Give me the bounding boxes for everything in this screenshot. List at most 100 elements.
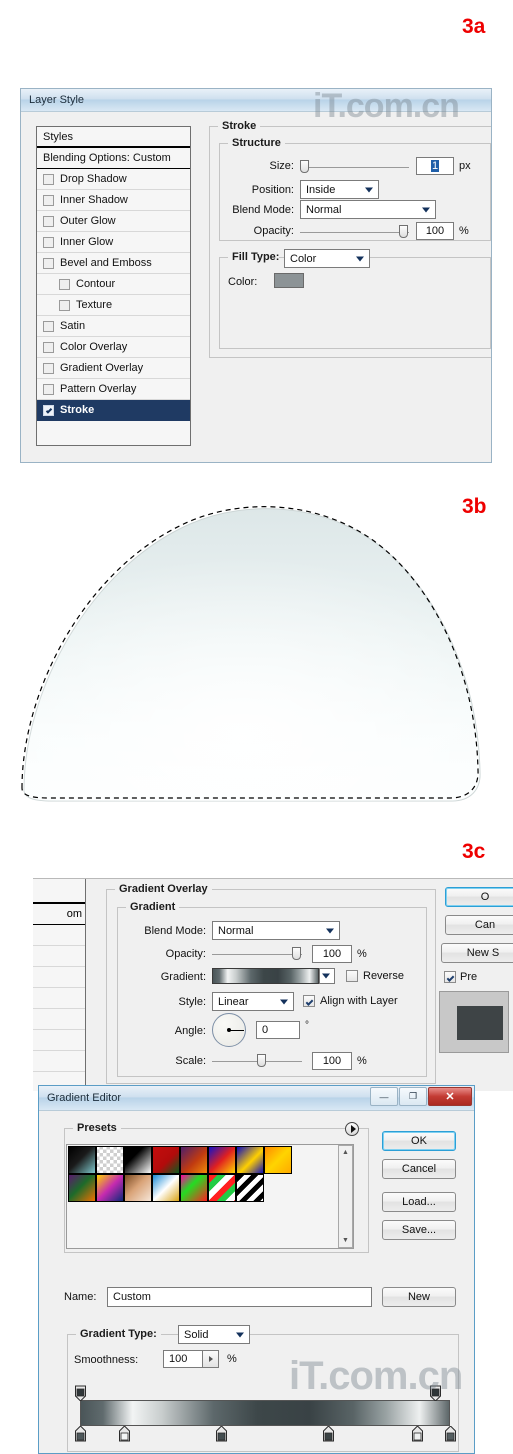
preset-swatch[interactable] (236, 1146, 264, 1174)
go-blend-mode-combo[interactable]: Normal (212, 921, 340, 940)
preset-swatch[interactable] (208, 1146, 236, 1174)
reverse-checkbox[interactable] (346, 970, 358, 982)
styles-list-item-checkbox[interactable] (43, 362, 54, 374)
mini-row[interactable] (33, 925, 85, 946)
preset-swatch[interactable] (124, 1174, 152, 1202)
mini-row[interactable] (33, 1030, 85, 1051)
blending-options-item[interactable]: Blending Options: Custom (37, 148, 190, 169)
styles-list-partial[interactable]: om (33, 879, 86, 1091)
preset-swatch[interactable] (180, 1174, 208, 1202)
styles-list-item-satin[interactable]: Satin (37, 316, 190, 337)
preset-swatch[interactable] (68, 1146, 96, 1174)
preset-swatch[interactable] (124, 1146, 152, 1174)
mini-row[interactable] (33, 946, 85, 967)
presets-scrollbar[interactable]: ▲ ▼ (338, 1145, 353, 1248)
styles-list-item-drop-shadow[interactable]: Drop Shadow (37, 169, 190, 190)
go-style-combo[interactable]: Linear (212, 992, 294, 1011)
size-input[interactable]: 1 (416, 157, 454, 175)
styles-list-item-texture[interactable]: Texture (37, 295, 190, 316)
cancel-button-partial[interactable]: Can (445, 915, 513, 935)
preset-swatch[interactable] (264, 1146, 292, 1174)
minimize-icon[interactable]: — (370, 1087, 398, 1106)
gradient-editor-titlebar[interactable]: Gradient Editor — ❐ ✕ (39, 1086, 474, 1111)
gradient-preview-swatch[interactable] (212, 968, 319, 984)
size-slider-thumb[interactable] (300, 160, 309, 173)
styles-list-item-gradient-overlay[interactable]: Gradient Overlay (37, 358, 190, 379)
color-stop[interactable] (215, 1425, 227, 1442)
smoothness-input[interactable]: 100 (163, 1350, 203, 1368)
close-icon[interactable]: ✕ (428, 1087, 472, 1106)
gradient-bar-editor[interactable] (74, 1382, 456, 1444)
styles-list-item-checkbox[interactable] (43, 341, 54, 353)
go-angle-input[interactable]: 0 (256, 1021, 300, 1039)
align-with-layer-checkbox[interactable] (303, 995, 315, 1007)
styles-list-item-checkbox[interactable] (59, 278, 70, 290)
preset-swatch[interactable] (96, 1146, 124, 1174)
opacity-stop[interactable] (75, 1385, 86, 1402)
styles-list[interactable]: Styles Blending Options: Custom Drop Sha… (36, 126, 191, 446)
styles-list-item-checkbox[interactable] (43, 215, 54, 227)
opacity-slider[interactable] (300, 224, 409, 239)
styles-list-item-inner-shadow[interactable]: Inner Shadow (37, 190, 190, 211)
go-scale-slider[interactable] (212, 1054, 302, 1068)
go-opacity-slider[interactable] (212, 947, 302, 961)
styles-list-item-checkbox[interactable] (43, 383, 54, 395)
go-opacity-input[interactable]: 100 (312, 945, 352, 963)
styles-list-item-bevel-and-emboss[interactable]: Bevel and Emboss (37, 253, 190, 274)
go-opacity-slider-thumb[interactable] (292, 947, 301, 960)
preset-swatch[interactable] (152, 1174, 180, 1202)
layer-style-titlebar[interactable]: Layer Style (21, 89, 491, 112)
fill-type-combo[interactable]: Color (284, 249, 370, 268)
styles-list-item-checkbox[interactable] (43, 236, 54, 248)
styles-list-item-color-overlay[interactable]: Color Overlay (37, 337, 190, 358)
go-scale-slider-thumb[interactable] (257, 1054, 266, 1067)
preset-swatch[interactable] (68, 1174, 96, 1202)
preset-swatch[interactable] (236, 1174, 264, 1202)
preset-swatch-grid[interactable] (68, 1146, 292, 1202)
mini-row[interactable] (33, 1051, 85, 1072)
preview-checkbox[interactable] (444, 971, 456, 983)
styles-list-item-checkbox[interactable] (59, 299, 70, 311)
gradient-name-input[interactable]: Custom (107, 1287, 372, 1307)
styles-list-item-checkbox[interactable] (43, 257, 54, 269)
preset-swatch[interactable] (180, 1146, 208, 1174)
color-stop[interactable] (322, 1425, 334, 1442)
gradient-editor-ok-button[interactable]: OK (382, 1131, 456, 1151)
new-style-button-partial[interactable]: New S (441, 943, 513, 963)
preset-swatch[interactable] (208, 1174, 236, 1202)
preset-swatch[interactable] (152, 1146, 180, 1174)
preset-swatch[interactable] (96, 1174, 124, 1202)
smoothness-spin-icon[interactable] (203, 1350, 219, 1368)
ok-button-partial[interactable]: O (445, 887, 513, 907)
new-gradient-button[interactable]: New (382, 1287, 456, 1307)
opacity-stop[interactable] (430, 1385, 442, 1402)
presets-menu-icon[interactable] (345, 1122, 359, 1136)
color-stop[interactable] (411, 1425, 423, 1442)
styles-list-item-pattern-overlay[interactable]: Pattern Overlay (37, 379, 190, 400)
styles-list-item-checkbox[interactable] (43, 404, 54, 416)
angle-dial[interactable] (212, 1013, 246, 1047)
position-combo[interactable]: Inside (300, 180, 379, 199)
styles-list-item-inner-glow[interactable]: Inner Glow (37, 232, 190, 253)
styles-list-item-checkbox[interactable] (43, 194, 54, 206)
styles-list-item-outer-glow[interactable]: Outer Glow (37, 211, 190, 232)
scroll-down-icon[interactable]: ▼ (339, 1234, 352, 1247)
opacity-input[interactable]: 100 (416, 222, 454, 240)
gradient-bar[interactable] (80, 1400, 450, 1426)
presets-box[interactable]: ▲ ▼ (66, 1144, 354, 1249)
styles-list-item-stroke[interactable]: Stroke (37, 400, 190, 421)
mini-row[interactable] (33, 988, 85, 1009)
gradient-editor-load-button[interactable]: Load... (382, 1192, 456, 1212)
stroke-color-swatch[interactable] (274, 273, 304, 288)
styles-list-item-checkbox[interactable] (43, 320, 54, 332)
color-stop[interactable] (445, 1425, 456, 1442)
maximize-icon[interactable]: ❐ (399, 1087, 427, 1106)
opacity-slider-thumb[interactable] (399, 225, 408, 238)
gradient-editor-save-button[interactable]: Save... (382, 1220, 456, 1240)
styles-list-item-checkbox[interactable] (43, 173, 54, 185)
blend-mode-combo[interactable]: Normal (300, 200, 436, 219)
mini-row-blending[interactable]: om (33, 904, 85, 925)
mini-row[interactable] (33, 1009, 85, 1030)
gradient-editor-cancel-button[interactable]: Cancel (382, 1159, 456, 1179)
size-slider[interactable] (300, 159, 409, 174)
